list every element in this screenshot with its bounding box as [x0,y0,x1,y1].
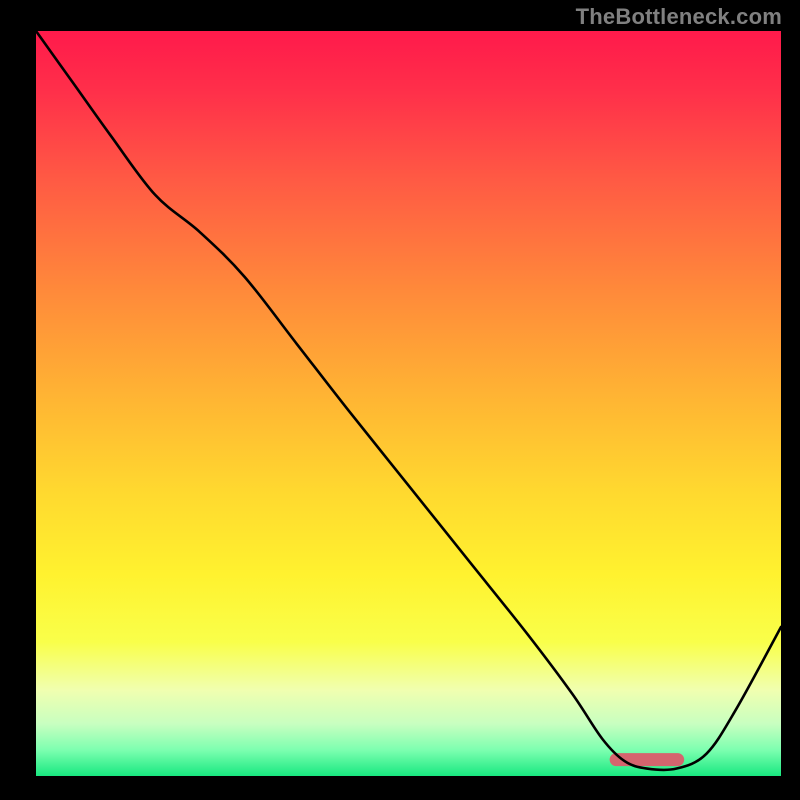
chart-frame: TheBottleneck.com [0,0,800,800]
gradient-background [36,31,781,776]
plot-area [36,31,781,776]
bottleneck-chart [36,31,781,776]
watermark-label: TheBottleneck.com [576,4,782,30]
